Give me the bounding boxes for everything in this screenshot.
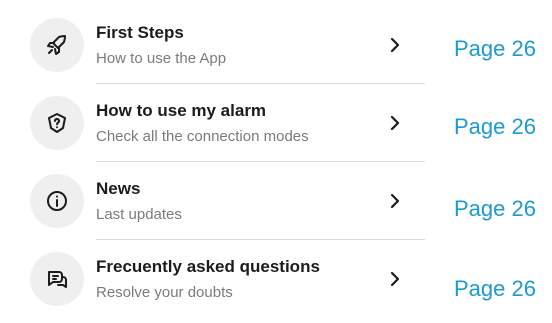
chevron-right-icon[interactable] <box>384 34 406 56</box>
page-reference-label: Page 26 <box>454 114 536 139</box>
menu-item-subtitle: Resolve your doubts <box>96 283 233 301</box>
menu-item-subtitle: Last updates <box>96 205 182 223</box>
menu-item-subtitle: Check all the connection modes <box>96 127 309 145</box>
page-reference-label: Page 26 <box>454 36 536 61</box>
menu-item-title: Frecuently asked questions <box>96 256 320 276</box>
chevron-right-icon[interactable] <box>384 190 406 212</box>
chat-bubbles-icon <box>30 252 84 306</box>
info-icon <box>30 174 84 228</box>
help-menu-list: First Steps How to use the App How to us… <box>8 6 425 318</box>
menu-item-how-to-use-alarm[interactable]: How to use my alarm Check all the connec… <box>8 84 425 162</box>
chevron-right-icon[interactable] <box>384 268 406 290</box>
menu-item-news[interactable]: News Last updates <box>8 162 425 240</box>
menu-item-title: How to use my alarm <box>96 100 267 120</box>
menu-item-first-steps[interactable]: First Steps How to use the App <box>8 6 425 84</box>
chevron-right-icon[interactable] <box>384 112 406 134</box>
menu-item-faq[interactable]: Frecuently asked questions Resolve your … <box>8 240 425 318</box>
menu-item-title: News <box>96 178 141 198</box>
menu-item-subtitle: How to use the App <box>96 49 227 67</box>
page-reference-label: Page 26 <box>454 196 536 221</box>
menu-item-title: First Steps <box>96 22 184 42</box>
question-shield-icon <box>30 96 84 150</box>
page-reference-label: Page 26 <box>454 276 536 301</box>
rocket-icon <box>30 18 84 72</box>
